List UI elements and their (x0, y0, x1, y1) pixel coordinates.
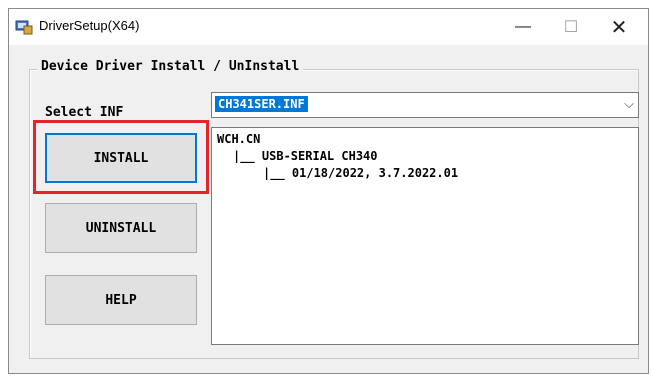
tree-vendor: WCH.CN (217, 132, 261, 146)
window-title: DriverSetup(X64) (39, 18, 140, 33)
tree-device: |__ USB-SERIAL CH340 (233, 149, 378, 163)
chevron-down-icon[interactable]: ⌵ (624, 96, 634, 112)
app-icon (15, 20, 33, 35)
select-inf-label: Select INF (45, 105, 124, 120)
close-button[interactable]: ✕ (597, 12, 641, 42)
inf-select-dropdown[interactable]: CH341SER.INF ⌵ (211, 92, 639, 118)
minimize-button[interactable]: — (501, 12, 545, 42)
driver-info-box: WCH.CN |__ USB-SERIAL CH340 |__ 01/18/20… (211, 127, 639, 345)
inf-select-value: CH341SER.INF (215, 96, 308, 112)
maximize-button[interactable]: ☐ (549, 12, 593, 42)
install-button[interactable]: INSTALL (45, 133, 197, 183)
driver-setup-window: DriverSetup(X64) — ☐ ✕ Device Driver Ins… (8, 8, 649, 374)
groupbox-title: Device Driver Install / UnInstall (37, 59, 304, 74)
title-bar[interactable]: DriverSetup(X64) — ☐ ✕ (9, 9, 648, 45)
help-button[interactable]: HELP (45, 275, 197, 325)
uninstall-button[interactable]: UNINSTALL (45, 203, 197, 253)
tree-version: |__ 01/18/2022, 3.7.2022.01 (263, 166, 459, 180)
